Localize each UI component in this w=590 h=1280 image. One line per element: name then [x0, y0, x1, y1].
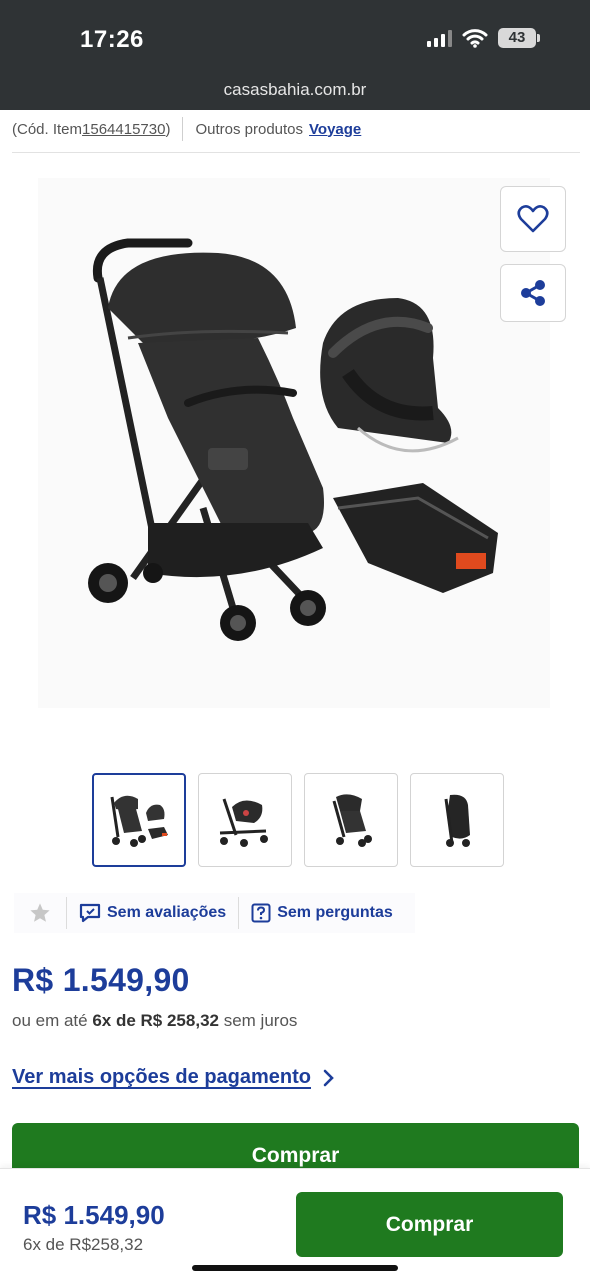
battery-icon: 43	[498, 28, 540, 48]
thumbnail-stroller-set[interactable]	[92, 773, 186, 867]
questions-link[interactable]: Sem perguntas	[239, 903, 405, 923]
installment-prefix: ou em até	[12, 1011, 93, 1030]
item-code-prefix: (Cód. Item	[12, 120, 83, 138]
questions-label: Sem perguntas	[277, 904, 393, 921]
heart-icon	[517, 205, 549, 233]
item-code[interactable]: 1564415730	[82, 121, 165, 138]
footer-price: R$ 1.549,90	[23, 1200, 165, 1230]
reviews-label: Sem avaliações	[107, 904, 227, 921]
rating-row: Sem avaliações Sem perguntas	[14, 893, 415, 933]
status-bar: 17:26 43 casasbahia.com.br	[0, 0, 590, 110]
favorite-button[interactable]	[500, 186, 566, 252]
product-price: R$ 1.549,90	[12, 962, 190, 998]
chevron-right-icon	[323, 1069, 334, 1086]
wifi-icon	[462, 29, 488, 48]
star-icon	[30, 903, 50, 922]
home-indicator	[192, 1265, 398, 1271]
share-button[interactable]	[500, 264, 566, 322]
payment-options-label: Ver mais opções de pagamento	[12, 1066, 311, 1088]
product-main-image[interactable]	[38, 178, 550, 708]
installment-amount: 6x de R$ 258,32	[92, 1011, 219, 1030]
reviews-link[interactable]: Sem avaliações	[67, 903, 238, 923]
thumbnail-stroller-with-seat[interactable]	[198, 773, 292, 867]
footer-installments: 6x de R$258,32	[23, 1235, 144, 1254]
brand-link[interactable]: Voyage	[309, 121, 361, 138]
status-icons: 43	[427, 28, 540, 48]
divider	[12, 152, 580, 153]
stroller-illustration	[88, 238, 498, 641]
installment-suffix: sem juros	[218, 1011, 298, 1030]
comment-icon	[79, 903, 101, 923]
thumbnail-stroller-folded[interactable]	[410, 773, 504, 867]
stroller-folded-icon	[444, 794, 470, 847]
stroller-with-seat-icon	[219, 798, 268, 847]
stroller-icon	[332, 794, 372, 847]
stroller-set-icon	[110, 795, 168, 847]
divider	[182, 117, 184, 141]
installments-text: ou em até 6x de R$ 258,32 sem juros	[12, 1011, 297, 1031]
footer-buy-button[interactable]: Comprar	[296, 1192, 563, 1257]
other-products-label: Outros produtos	[195, 120, 304, 138]
rating-star	[14, 893, 66, 933]
url-bar[interactable]: casasbahia.com.br	[0, 80, 590, 100]
thumbnail-stroller[interactable]	[304, 773, 398, 867]
item-info-row: (Cód. Item 1564415730 ) Outros produtos …	[12, 117, 361, 141]
cellular-signal-icon	[427, 29, 452, 47]
battery-level: 43	[498, 28, 536, 48]
status-time: 17:26	[80, 26, 144, 53]
item-code-suffix: )	[165, 120, 171, 138]
thumbnail-gallery	[92, 773, 504, 867]
question-icon	[251, 903, 271, 923]
sticky-footer: R$ 1.549,90 6x de R$258,32 Comprar	[0, 1168, 590, 1280]
share-icon	[521, 280, 545, 306]
payment-options-link[interactable]: Ver mais opções de pagamento	[12, 1066, 335, 1089]
